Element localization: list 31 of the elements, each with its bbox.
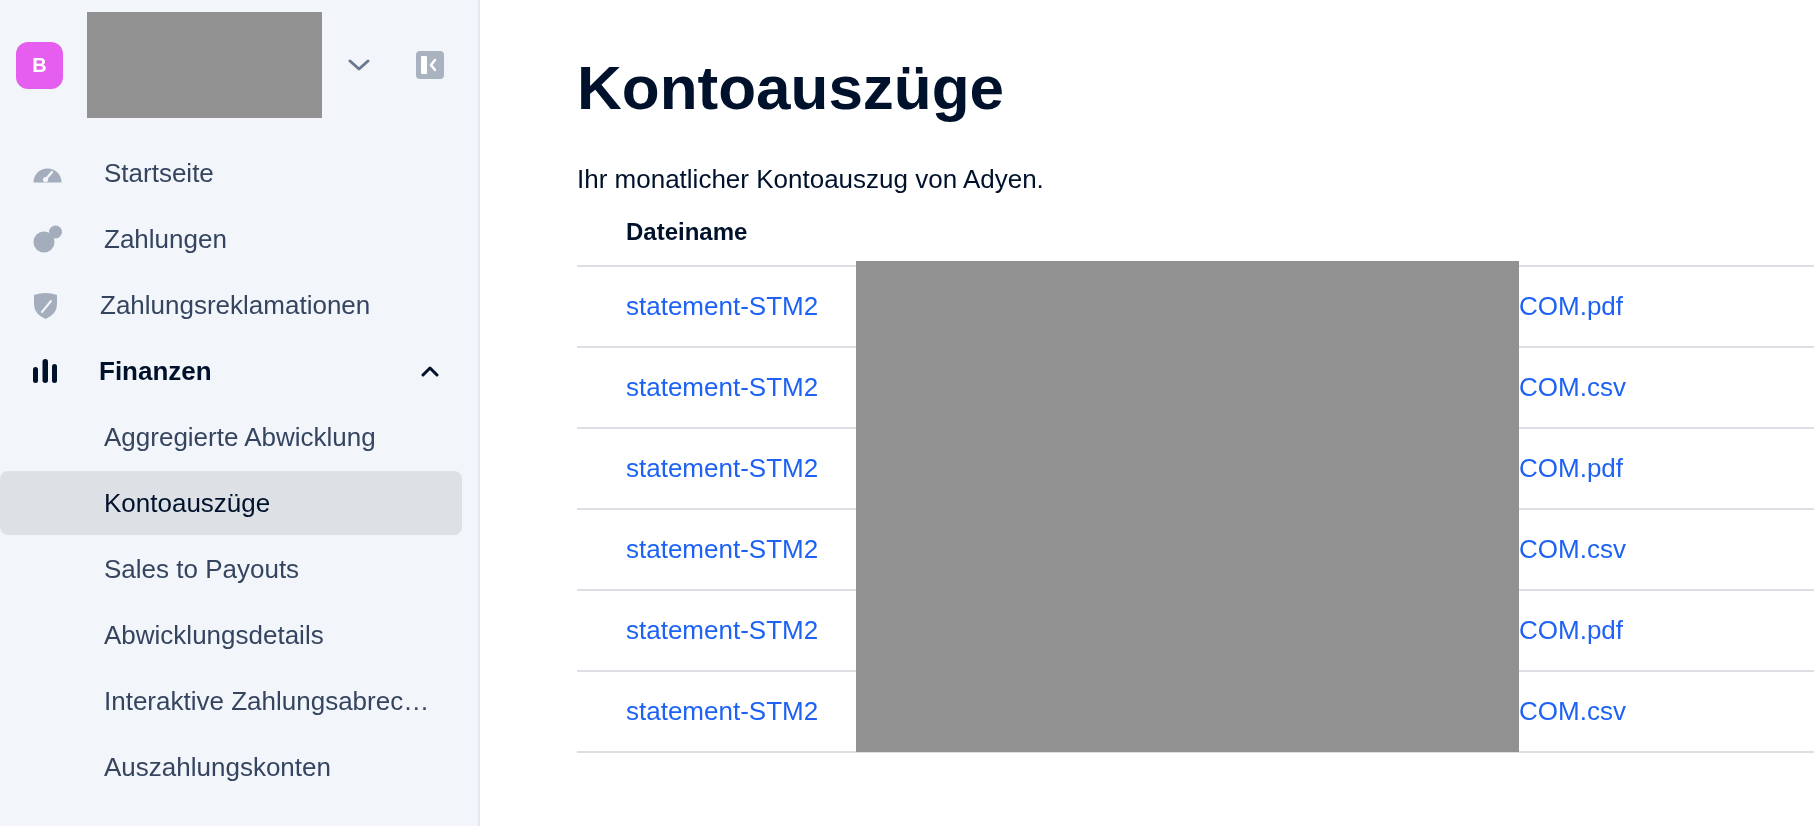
file-link[interactable]: statement-STM2	[626, 291, 819, 321]
file-link[interactable]: statement-STM2	[626, 453, 819, 483]
file-link[interactable]: statement-STM2	[626, 534, 819, 564]
nav-item[interactable]: Sales to Payouts	[0, 537, 462, 601]
nav-item[interactable]: Auszahlungskonten	[0, 735, 462, 799]
file-link[interactable]: statement-STM2	[626, 372, 819, 402]
column-header: Dateiname	[626, 218, 748, 245]
nav-item[interactable]: Aggregierte Abwicklung	[0, 405, 462, 469]
nav-item[interactable]: Zahlungen	[0, 207, 462, 271]
page-description: Ihr monatlicher Kontoauszug von Adyen.	[577, 163, 1045, 196]
page-title: Kontoauszüge	[577, 52, 1006, 124]
nav-item[interactable]: Kontoauszüge	[0, 471, 462, 535]
bar-chart-icon	[33, 359, 57, 383]
nav-item[interactable]: Interaktive Zahlungsabrec…	[0, 669, 462, 733]
file-link[interactable]: COM.pdf	[1519, 611, 1624, 650]
file-link[interactable]: COM.csv	[1519, 530, 1626, 569]
file-link[interactable]: COM.csv	[1519, 692, 1626, 731]
chevron-down-icon[interactable]	[348, 59, 370, 71]
file-link[interactable]: statement-STM2	[626, 696, 819, 726]
shield-icon	[33, 291, 58, 319]
account-avatar: B	[16, 41, 63, 89]
sidebar-collapse-icon[interactable]	[416, 51, 444, 79]
nav-item[interactable]: Zahlungsreklamationen	[0, 273, 462, 337]
file-link[interactable]: COM.csv	[1519, 368, 1626, 407]
nav-item[interactable]: Startseite	[0, 141, 462, 205]
nav-item[interactable]: Abwicklungsdetails	[0, 603, 462, 667]
nav-item[interactable]: Finanzen	[0, 339, 462, 403]
file-link[interactable]: COM.pdf	[1519, 449, 1624, 488]
file-link[interactable]: COM.pdf	[1519, 287, 1624, 326]
coins-icon	[33, 225, 62, 253]
file-link[interactable]: statement-STM2	[626, 615, 819, 645]
